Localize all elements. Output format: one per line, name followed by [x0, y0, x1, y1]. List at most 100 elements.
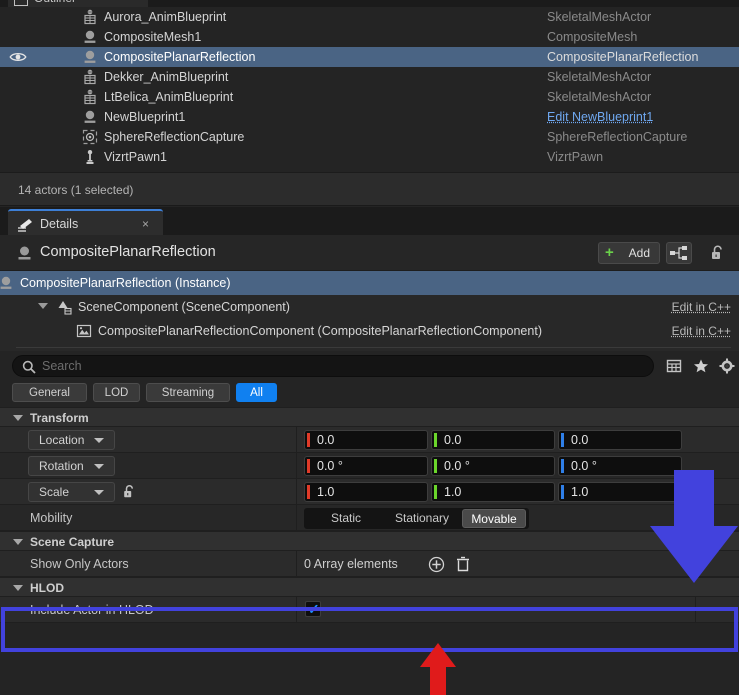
outliner-row[interactable]: VizrtPawn1VizrtPawn — [0, 147, 739, 167]
tab-details[interactable]: Details × — [8, 209, 163, 235]
tab-outliner[interactable]: Outliner × — [8, 0, 148, 7]
outliner-status-bar: 14 actors (1 selected) — [0, 172, 739, 206]
array-elements-count: 0 Array elements — [304, 551, 398, 577]
outliner-row[interactable]: Aurora_AnimBlueprintSkeletalMeshActor — [0, 7, 739, 27]
axis-color-bar — [434, 433, 437, 447]
value-text: 0.0 — [444, 433, 461, 448]
rotation-x-input[interactable]: 0.0 ° — [304, 456, 428, 476]
mobility-option-movable[interactable]: Movable — [462, 509, 526, 528]
outliner-row[interactable]: CompositePlanarReflectionCompositePlanar… — [0, 47, 739, 67]
property-row-show-only-actors: Show Only Actors0 Array elements — [0, 551, 739, 577]
rotation-y-input[interactable]: 0.0 ° — [431, 456, 555, 476]
filter-tab-lod[interactable]: LOD — [93, 383, 140, 402]
location-dropdown[interactable]: Location — [28, 430, 115, 450]
outliner-panel: Outliner × Aurora_AnimBlueprintSkeletalM… — [0, 0, 739, 170]
mobility-option-stationary[interactable]: Stationary — [382, 509, 462, 528]
filter-tab-streaming[interactable]: Streaming — [146, 383, 230, 402]
filter-tab-general[interactable]: General — [12, 383, 87, 402]
details-filter-tabs[interactable]: General LOD Streaming All — [0, 381, 739, 407]
outliner-row[interactable]: CompositeMesh1CompositeMesh — [0, 27, 739, 47]
outliner-row[interactable]: NewBlueprint1 Edit NewBlueprint1 — [0, 107, 739, 127]
columns-icon[interactable] — [666, 358, 682, 374]
outliner-row[interactable]: LtBelica_AnimBlueprint SkeletalMeshActor — [0, 87, 739, 107]
value-text: 1.0 — [444, 485, 461, 500]
axis-color-bar — [561, 459, 564, 473]
outliner-row-type: SkeletalMeshActor — [547, 87, 651, 107]
plus-icon: + — [605, 243, 614, 263]
unlock-icon[interactable] — [709, 244, 727, 262]
details-search-row: Search — [0, 351, 739, 381]
edit-in-cpp-link[interactable]: Edit in C++ — [672, 295, 731, 319]
column-divider — [296, 427, 297, 453]
scale-x-input[interactable]: 1.0 — [304, 482, 428, 502]
outliner-row-name: NewBlueprint1 — [104, 107, 185, 127]
scale-z-input[interactable]: 1.0 — [558, 482, 682, 502]
add-button-label: Add — [629, 246, 650, 260]
skeletal-mesh-icon — [82, 89, 98, 105]
skeletal-mesh-icon — [82, 9, 98, 25]
axis-color-bar — [307, 485, 310, 499]
favorites-star-icon[interactable] — [693, 358, 709, 374]
component-tree-row[interactable]: CompositePlanarReflectionComponent (Comp… — [0, 319, 739, 343]
chevron-down-icon[interactable] — [38, 303, 48, 309]
close-icon[interactable]: × — [142, 211, 149, 237]
rotation-dropdown[interactable]: Rotation — [28, 456, 115, 476]
outliner-row-type: SkeletalMeshActor — [547, 67, 651, 87]
details-icon — [17, 216, 34, 231]
outliner-row-name: LtBelica_AnimBlueprint — [104, 87, 233, 107]
chevron-down-icon — [94, 464, 104, 469]
actor-icon — [82, 109, 98, 125]
outliner-row-type: SkeletalMeshActor — [547, 7, 651, 27]
section-header-scene-capture[interactable]: Scene Capture — [0, 531, 739, 551]
add-array-element-icon[interactable] — [428, 556, 445, 573]
outliner-row-name: CompositePlanarReflection — [104, 47, 255, 67]
delete-array-icon[interactable] — [455, 555, 471, 573]
details-tab-strip: Details × — [0, 207, 739, 235]
column-divider — [296, 505, 297, 531]
search-placeholder: Search — [42, 359, 82, 373]
outliner-row[interactable]: SphereReflectionCapture SphereReflectionC… — [0, 127, 739, 147]
edit-in-cpp-link[interactable]: Edit in C++ — [672, 319, 731, 343]
chevron-down-icon — [13, 415, 23, 421]
location-x-input[interactable]: 0.0 — [304, 430, 428, 450]
search-input[interactable]: Search — [12, 355, 654, 377]
mobility-selector[interactable]: StaticStationaryMovable — [304, 508, 529, 529]
value-text: 0.0 — [317, 433, 334, 448]
blueprint-graph-icon[interactable] — [666, 242, 692, 264]
outliner-row-name: SphereReflectionCapture — [104, 127, 244, 147]
value-text: 0.0 ° — [571, 459, 597, 474]
outliner-list[interactable]: Aurora_AnimBlueprintSkeletalMeshActorCom… — [0, 7, 739, 167]
rotation-z-input[interactable]: 0.0 ° — [558, 456, 682, 476]
scene-capture-highlight-box — [1, 607, 738, 652]
location-y-input[interactable]: 0.0 — [431, 430, 555, 450]
outliner-row-type: SphereReflectionCapture — [547, 127, 687, 147]
settings-gear-icon[interactable] — [719, 358, 735, 374]
eye-icon[interactable] — [9, 50, 27, 64]
scale-y-input[interactable]: 1.0 — [431, 482, 555, 502]
mobility-option-static[interactable]: Static — [310, 509, 382, 528]
scale-dropdown[interactable]: Scale — [28, 482, 115, 502]
value-text: 1.0 — [571, 485, 588, 500]
section-title-scene-capture: Scene Capture — [30, 535, 114, 549]
component-tree[interactable]: CompositePlanarReflection (Instance)Scen… — [0, 271, 739, 351]
tab-outliner-label: Outliner — [34, 0, 76, 5]
component-tree-row[interactable]: CompositePlanarReflection (Instance) — [0, 271, 739, 295]
filter-tab-all[interactable]: All — [236, 383, 277, 402]
edit-blueprint-link[interactable]: Edit NewBlueprint1 — [547, 107, 653, 127]
section-header-hlod[interactable]: HLOD — [0, 577, 739, 597]
outliner-row[interactable]: Dekker_AnimBlueprintSkeletalMeshActor — [0, 67, 739, 87]
actor-icon — [0, 275, 14, 291]
unlock-icon[interactable] — [122, 484, 137, 499]
component-tree-label: SceneComponent (SceneComponent) — [78, 295, 290, 319]
section-header-transform[interactable]: Transform — [0, 407, 739, 427]
value-text: 0.0 — [571, 433, 588, 448]
outliner-icon — [14, 0, 28, 5]
axis-color-bar — [561, 485, 564, 499]
location-z-input[interactable]: 0.0 — [558, 430, 682, 450]
chevron-down-icon — [94, 490, 104, 495]
component-tree-row[interactable]: SceneComponent (SceneComponent) Edit in C… — [0, 295, 739, 319]
add-button[interactable]: + Add — [598, 242, 660, 264]
close-icon[interactable]: × — [132, 0, 138, 7]
chevron-down-icon — [13, 585, 23, 591]
column-divider — [296, 479, 297, 505]
